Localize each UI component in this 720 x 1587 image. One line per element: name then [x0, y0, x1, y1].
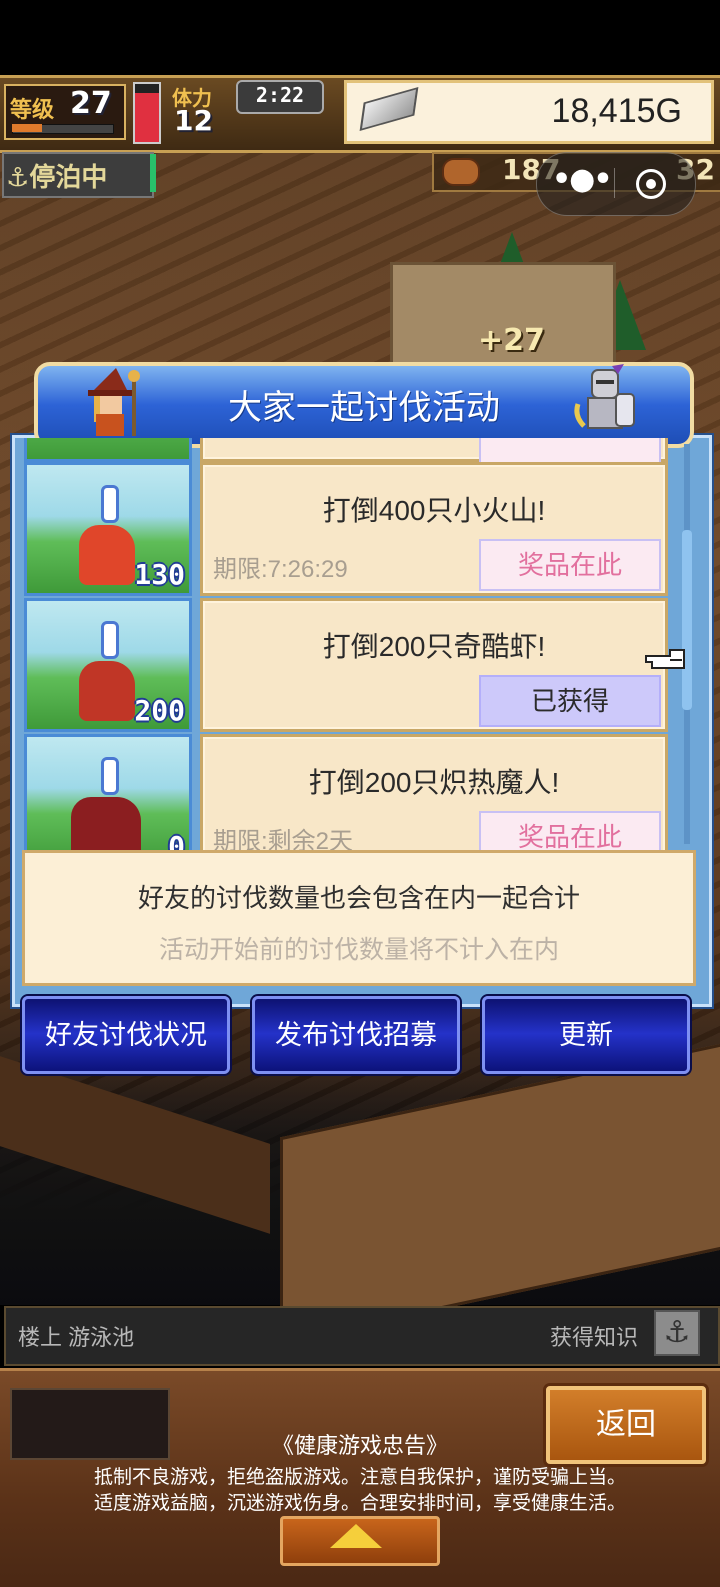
- health-notice-title: 《健康游戏忠告》: [271, 1433, 448, 1458]
- moored-indicator: [150, 154, 156, 192]
- anchor-icon[interactable]: ⚓: [654, 1310, 700, 1356]
- quest-list[interactable]: 130 打倒400只小火山! 期限:7:26:29 奖品在此 200 打倒200…: [18, 438, 668, 850]
- quest-card: [200, 438, 668, 467]
- quest-thumbnail: [24, 438, 192, 462]
- up-arrow-icon: [330, 1524, 382, 1548]
- capsule-divider: [614, 168, 615, 198]
- info-text-secondary: 活动开始前的讨伐数量将不计入在内: [158, 936, 559, 964]
- scrollbar-thumb[interactable]: [682, 530, 692, 710]
- monster-sprite: [79, 661, 135, 721]
- refresh-button[interactable]: 更新: [482, 996, 690, 1074]
- monster-sprite: [79, 525, 135, 585]
- experience-bar-fill: [12, 124, 42, 132]
- quest-title: 打倒200只奇酷虾!: [322, 631, 546, 662]
- health-notice-line-1: 抵制不良游戏，拒绝盗版游戏。注意自我保护，谨防受骗上当。: [93, 1467, 626, 1488]
- pointing-hand-icon: [645, 649, 685, 669]
- reward-button[interactable]: 奖品在此: [479, 811, 661, 850]
- location-name: 楼上 游泳池: [18, 1325, 135, 1350]
- friends-status-button[interactable]: 好友讨伐状况: [22, 996, 230, 1074]
- quest-card: 打倒400只小火山! 期限:7:26:29 奖品在此: [200, 462, 668, 596]
- exclamation-icon: [101, 621, 119, 659]
- quest-thumbnail: 130: [24, 462, 192, 596]
- close-miniprogram-icon[interactable]: [636, 169, 666, 199]
- stamina-gauge-fill-area: [135, 84, 159, 142]
- quest-card: 打倒200只炽热魔人! 期限:剩余2天 奖品在此: [200, 734, 668, 850]
- quest-title: 打倒400只小火山!: [322, 495, 546, 526]
- kill-count: 200: [134, 694, 185, 727]
- stamina-gauge-fill: [135, 93, 159, 142]
- kill-count: 0: [168, 830, 185, 850]
- moored-label: 停泊中: [29, 163, 108, 193]
- quest-deadline: 期限:剩余2天: [213, 828, 354, 850]
- reward-button[interactable]: 奖品在此: [479, 539, 661, 591]
- knight-character-icon: [574, 364, 635, 429]
- food-icon: [442, 158, 480, 186]
- quest-card: 打倒200只奇酷虾! 已获得: [200, 598, 668, 732]
- post-recruit-button[interactable]: 发布讨伐招募: [252, 996, 460, 1074]
- level-label: 等级: [10, 98, 55, 123]
- health-notice-line-2: 适度游戏益脑，沉迷游戏伤身。合理安排时间，享受健康生活。: [93, 1493, 626, 1514]
- quest-thumbnail: 0: [24, 734, 192, 850]
- level-value: 27: [70, 86, 112, 121]
- clock-text: 2:22: [255, 83, 305, 107]
- quest-title: 打倒200只炽热魔人!: [308, 767, 560, 798]
- knowledge-label: 获得知识: [550, 1325, 639, 1350]
- exclamation-icon: [101, 757, 119, 795]
- moored-status: ⚓停泊中: [6, 163, 108, 193]
- info-text-primary: 好友的讨伐数量也会包含在内一起合计: [137, 883, 580, 913]
- stamina-value: 12: [174, 104, 213, 137]
- more-options-icon[interactable]: •●•: [552, 165, 613, 198]
- gold-amount: 18,415G: [551, 92, 682, 130]
- floating-bonus: +27: [478, 323, 545, 358]
- monster-sprite: [71, 797, 141, 850]
- exclamation-icon: [101, 485, 119, 523]
- quest-deadline: 期限:7:26:29: [213, 556, 348, 583]
- quest-thumbnail: 200: [24, 598, 192, 732]
- claimed-button[interactable]: 已获得: [479, 675, 661, 727]
- kill-count: 130: [134, 558, 185, 591]
